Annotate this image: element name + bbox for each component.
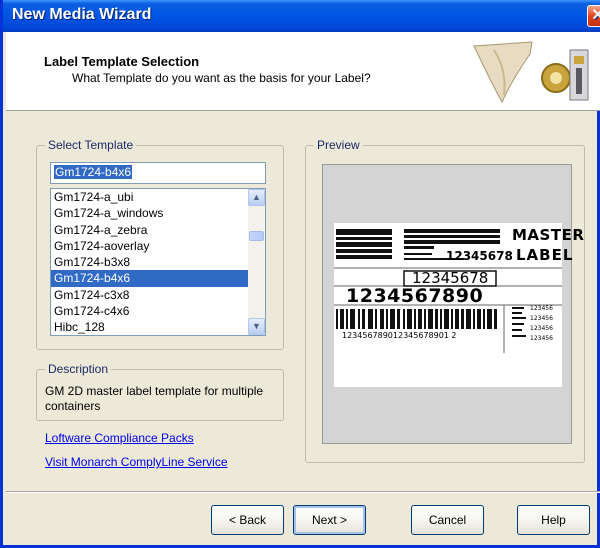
label-master-text: MASTER [512,226,585,244]
list-item-selected[interactable]: Gm1724-b4x6 [51,270,248,287]
label-preview-image: MASTER LABEL 12345678 12345678 123456789… [334,223,584,387]
preview-pane: MASTER LABEL 12345678 12345678 123456789… [322,164,584,444]
chevron-down-icon: ▼ [252,321,261,331]
page-title: Label Template Selection [44,54,200,69]
list-item[interactable]: Gm1724-c3x8 [51,287,248,303]
template-listbox[interactable]: Gm1724-a_ubi Gm1724-a_windows Gm1724-a_z… [50,188,266,336]
chevron-up-icon: ▲ [252,192,261,202]
wizard-header: Label Template Selection What Template d… [6,32,600,111]
select-template-label: Select Template [45,138,137,152]
footer-separator [6,491,600,493]
label-stack-number-1: 123456 [530,305,553,312]
next-button[interactable]: Next > [293,505,366,535]
title-bar[interactable]: New Media Wizard ✕ [3,0,600,32]
list-item[interactable]: Hibc_128 [51,319,248,335]
cancel-button[interactable]: Cancel [411,505,484,535]
label-long-number: 123456789012345678901 2 [342,331,457,340]
list-item[interactable]: Gm1724-b3x8 [51,254,248,270]
compliance-packs-link[interactable]: Loftware Compliance Packs [45,431,194,445]
label-big-number: 1234567890 [346,285,484,307]
list-item[interactable]: Gm1724-a_ubi [51,189,248,205]
scroll-down-button[interactable]: ▼ [248,318,265,335]
description-text: GM 2D master label template for multiple… [45,384,264,413]
list-item[interactable]: Gm1724-a_zebra [51,222,248,238]
back-button[interactable]: < Back [211,505,284,535]
label-small-number: 12345678 [446,249,513,263]
monarch-complyline-link[interactable]: Visit Monarch ComplyLine Service [45,455,228,469]
close-icon: ✕ [591,7,600,24]
wizard-logo-icon [473,41,589,104]
list-item[interactable]: Gm1724-a_windows [51,205,248,221]
description-label: Description [45,362,112,376]
label-stack-number-3: 123456 [530,325,553,332]
description-group: Description GM 2D master label template … [36,362,284,421]
window-title: New Media Wizard [12,6,152,23]
preview-label: Preview [314,138,363,152]
label-stack-number-2: 123456 [530,315,553,322]
list-item[interactable]: Gm1724-c4x6 [51,303,248,319]
template-name-value: Gm1724-b4x6 [54,165,133,179]
label-stack-number-4: 123456 [530,335,553,342]
help-button[interactable]: Help [517,505,590,535]
page-subtitle: What Template do you want as the basis f… [72,71,371,85]
template-name-input[interactable]: Gm1724-b4x6 [50,162,266,184]
close-button[interactable]: ✕ [587,5,600,27]
template-list-scrollbar[interactable]: ▲ ▼ [248,189,265,335]
wizard-window: New Media Wizard ✕ Label Template Select… [0,0,600,548]
list-item[interactable]: Gm1724-aoverlay [51,238,248,254]
scroll-up-button[interactable]: ▲ [248,189,265,206]
label-label-text: LABEL [516,246,574,264]
scroll-thumb[interactable] [249,231,264,241]
